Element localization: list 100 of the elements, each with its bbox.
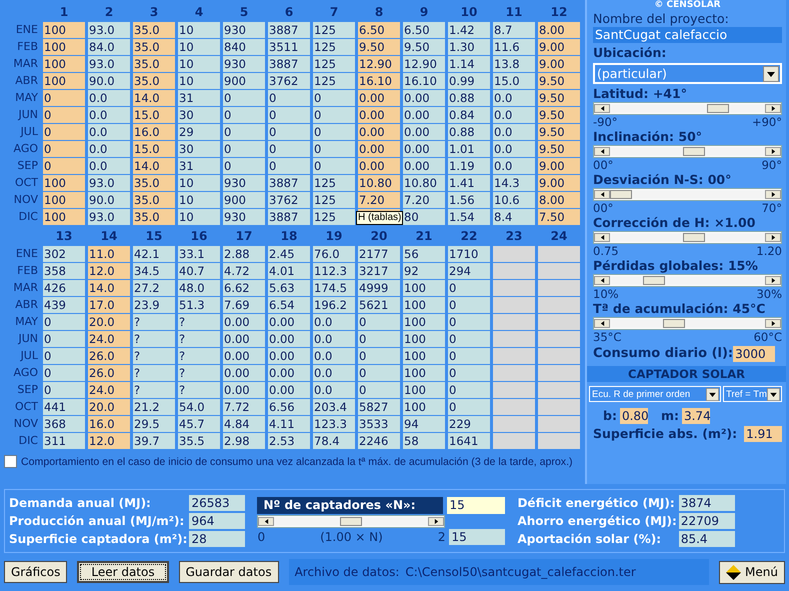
table-cell[interactable]: 0.0 [493,107,535,123]
table-cell[interactable]: 196.2 [313,297,355,313]
table-cell[interactable]: 23.9 [133,297,175,313]
table-cell[interactable]: 930 [223,209,265,225]
table-cell[interactable]: 0 [448,365,490,381]
table-cell[interactable]: 100 [403,365,445,381]
table-cell[interactable]: 0.00 [403,107,445,123]
table-cell[interactable]: 24.0 [88,331,130,347]
table-cell[interactable]: 100 [43,56,85,72]
table-cell[interactable]: 426 [43,280,85,296]
table-cell[interactable]: 1.30 [448,39,490,55]
table-cell[interactable]: 358 [43,263,85,279]
table-cell[interactable]: 368 [43,416,85,432]
table-cell[interactable]: 8.00 [538,192,580,208]
table-cell[interactable]: 0.00 [223,314,265,330]
table-cell[interactable]: ? [178,365,220,381]
table-cell[interactable]: 35.0 [133,39,175,55]
table-cell[interactable]: 10.6 [493,192,535,208]
table-cell[interactable]: 12.90 [358,56,400,72]
table-cell[interactable]: 0 [268,141,310,157]
slider-left-button[interactable] [258,517,274,526]
table-cell[interactable]: 0.00 [268,331,310,347]
table-cell[interactable]: 4.01 [268,263,310,279]
table-cell[interactable]: 125 [313,175,355,191]
table-cell[interactable]: 1.54 [448,209,490,225]
table-cell[interactable]: 12.0 [88,263,130,279]
table-cell[interactable]: 2177 [358,246,400,262]
table-cell[interactable]: ? [133,314,175,330]
table-cell[interactable]: 0 [448,314,490,330]
table-cell[interactable]: 840 [223,39,265,55]
table-cell[interactable]: 9.00 [538,56,580,72]
table-cell[interactable]: 0 [313,124,355,140]
slider-thumb[interactable] [340,517,362,526]
table-cell[interactable]: 3533 [358,416,400,432]
table-cell[interactable]: 0.88 [448,124,490,140]
table-cell[interactable]: 0 [223,107,265,123]
table-cell[interactable]: 930 [223,22,265,38]
table-cell[interactable]: 93.0 [88,175,130,191]
slider-left-button[interactable] [594,233,610,242]
table-cell[interactable]: 15.0 [133,107,175,123]
table-cell[interactable]: 0.0 [493,158,535,174]
slider-left-button[interactable] [594,190,610,199]
action-button[interactable]: Leer datos [77,561,169,583]
table-cell[interactable]: 11.0 [88,246,130,262]
table-cell[interactable]: 8.7 [493,22,535,38]
slider-thumb[interactable] [643,276,666,285]
table-cell[interactable]: 90.0 [88,73,130,89]
empty-cell[interactable] [493,348,535,364]
table-cell[interactable]: 8.4 [493,209,535,225]
table-cell[interactable]: 6.50 [358,22,400,38]
area-field[interactable]: 1.91 [744,426,782,442]
table-cell[interactable]: 33.1 [178,246,220,262]
table-cell[interactable]: 6.54 [268,297,310,313]
table-cell[interactable]: 94 [403,416,445,432]
table-cell[interactable]: 4999 [358,280,400,296]
table-cell[interactable]: 24.0 [88,382,130,398]
table-cell[interactable]: 26.0 [88,365,130,381]
table-cell[interactable]: 0 [313,158,355,174]
empty-cell[interactable] [538,416,580,432]
table-cell[interactable]: 100 [43,73,85,89]
table-cell[interactable]: 35.5 [178,433,220,449]
table-cell[interactable]: ? [133,382,175,398]
table-cell[interactable]: 34.5 [133,263,175,279]
table-cell[interactable]: 0.00 [358,107,400,123]
table-cell[interactable]: 93.0 [88,22,130,38]
slider-thumb[interactable] [663,319,686,328]
table-cell[interactable]: 0.0 [313,348,355,364]
empty-cell[interactable] [538,365,580,381]
table-cell[interactable]: 7.20 [358,192,400,208]
table-cell[interactable]: 100 [43,192,85,208]
slider-right-button[interactable] [765,147,781,156]
table-cell[interactable]: 0 [223,141,265,157]
table-cell[interactable]: 0 [358,314,400,330]
empty-cell[interactable] [538,314,580,330]
table-cell[interactable]: 26.0 [88,348,130,364]
table-cell[interactable]: 31 [178,158,220,174]
table-cell[interactable]: 0.00 [223,331,265,347]
table-cell[interactable]: 7.69 [223,297,265,313]
slider-thumb[interactable] [683,233,706,242]
table-cell[interactable]: 125 [313,56,355,72]
table-cell[interactable]: 5621 [358,297,400,313]
table-cell[interactable]: 10.80 [403,175,445,191]
table-cell[interactable]: 3887 [268,209,310,225]
table-cell[interactable]: 3762 [268,192,310,208]
table-cell[interactable]: 45.7 [178,416,220,432]
table-cell[interactable]: 0.0 [313,331,355,347]
table-cell[interactable]: 42.1 [133,246,175,262]
table-cell[interactable]: 8.00 [538,22,580,38]
table-cell[interactable]: 12.0 [88,433,130,449]
table-cell[interactable]: 39.7 [133,433,175,449]
table-cell[interactable]: 21.2 [133,399,175,415]
table-cell[interactable]: 16.0 [133,124,175,140]
table-cell[interactable]: 9.50 [538,141,580,157]
table-cell[interactable]: 0 [43,158,85,174]
table-cell[interactable]: 17.0 [88,297,130,313]
table-cell[interactable]: 1.56 [448,192,490,208]
table-cell[interactable]: 0 [448,399,490,415]
table-cell[interactable]: 0 [268,158,310,174]
menu-button[interactable]: Menú [719,560,785,584]
table-cell[interactable]: 0 [223,90,265,106]
